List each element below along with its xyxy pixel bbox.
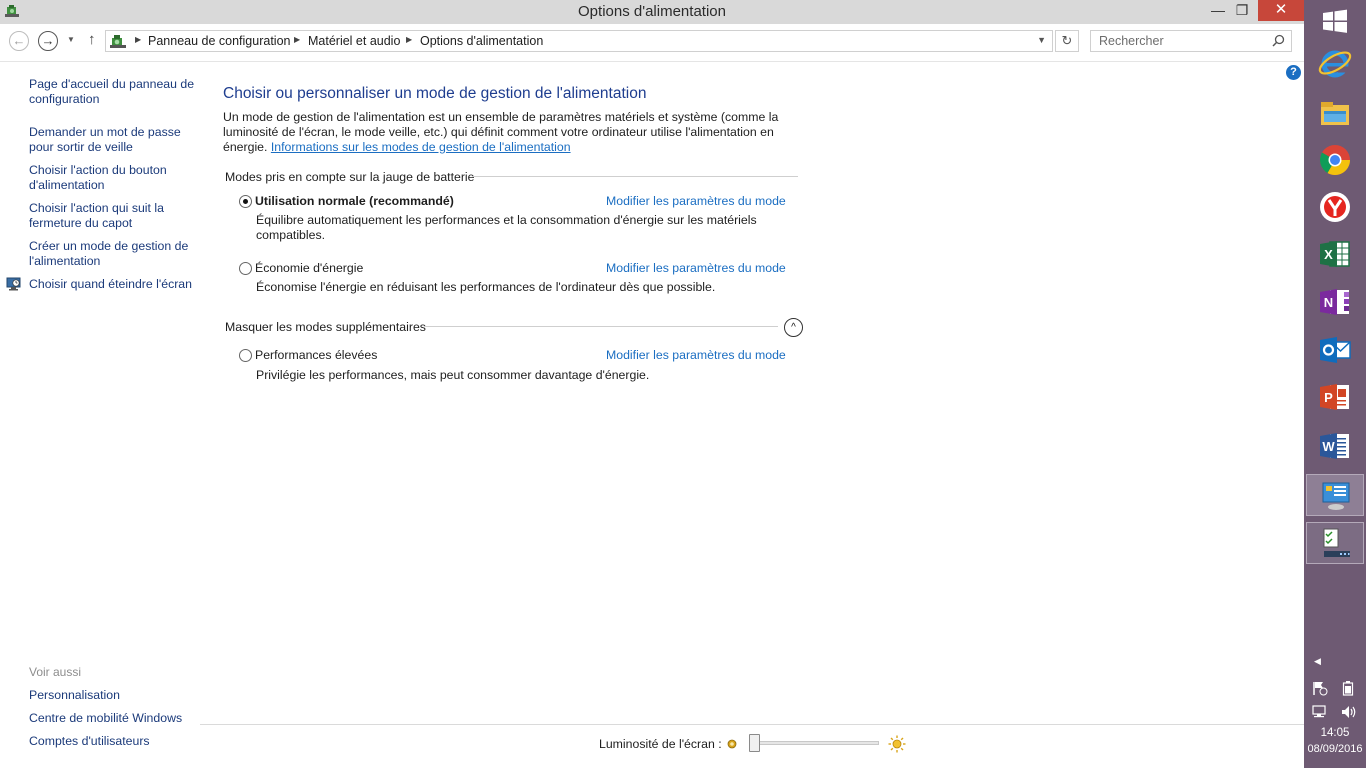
internet-explorer-icon[interactable] [1316, 44, 1354, 82]
control-panel-icon [110, 35, 126, 48]
hide-additional-plans-heading[interactable]: Masquer les modes supplémentaires [225, 320, 426, 334]
title-bar: Options d'alimentation — ❐ ✕ [0, 0, 1304, 24]
breadcrumb-power-options[interactable]: Options d'alimentation [420, 34, 543, 48]
divider [200, 724, 1304, 725]
sidebar-link-control-panel-home[interactable]: Page d'accueil du panneau de configurati… [29, 77, 199, 107]
see-also-heading: Voir aussi [29, 665, 82, 679]
back-button[interactable]: ← [9, 31, 29, 51]
plan-radio-high-performance[interactable] [239, 349, 252, 362]
outlook-icon[interactable] [1316, 331, 1354, 369]
search-input[interactable] [1091, 31, 1266, 51]
windows-start-icon[interactable] [1316, 2, 1354, 40]
control-panel-icon [1322, 482, 1350, 510]
address-bar[interactable]: ▶ Panneau de configuration ▶ Matériel et… [105, 30, 1053, 52]
sidebar-link-create-power-plan[interactable]: Créer un mode de gestion de l'alimentati… [29, 239, 199, 269]
plan-name-power-saver[interactable]: Économie d'énergie [255, 261, 363, 275]
battery-meter-plans-heading: Modes pris en compte sur la jauge de bat… [225, 170, 475, 184]
sidebar-link-power-button-action[interactable]: Choisir l'action du bouton d'alimentatio… [29, 163, 199, 193]
back-arrow-icon: ← [12, 33, 26, 48]
clock-date[interactable]: 08/09/2016 [1304, 743, 1366, 755]
brightness-low-icon [727, 739, 737, 749]
refresh-button[interactable]: ↻ [1055, 30, 1079, 52]
word-icon[interactable]: W [1316, 427, 1354, 465]
plan-name-balanced[interactable]: Utilisation normale (recommandé) [255, 194, 454, 208]
sidebar: Page d'accueil du panneau de configurati… [0, 62, 200, 768]
breadcrumb-separator-icon[interactable]: ▶ [406, 35, 412, 44]
sidebar-link-display-off[interactable]: Choisir quand éteindre l'écran [29, 277, 199, 292]
power-plans-info-link[interactable]: Informations sur les modes de gestion de… [271, 140, 571, 154]
control-panel-taskbar-button[interactable] [1306, 474, 1364, 516]
change-plan-settings-high-performance-link[interactable]: Modifier les paramètres du mode [606, 348, 786, 362]
plan-radio-balanced[interactable] [239, 195, 252, 208]
sidebar-link-lid-close-action[interactable]: Choisir l'action qui suit la fermeture d… [29, 201, 199, 231]
address-dropdown-icon[interactable]: ▼ [1037, 35, 1046, 45]
divider [424, 326, 778, 327]
up-button[interactable]: ↑ [88, 31, 96, 48]
change-plan-settings-power-saver-link[interactable]: Modifier les paramètres du mode [606, 261, 786, 275]
onenote-icon[interactable]: N [1316, 283, 1354, 321]
forward-arrow-icon: → [41, 33, 55, 48]
task-manager-taskbar-button[interactable] [1306, 522, 1364, 564]
task-manager-icon [1323, 528, 1350, 557]
svg-text:W: W [1322, 439, 1335, 454]
brightness-high-icon [888, 735, 906, 753]
search-icon[interactable] [1272, 34, 1285, 47]
forward-button[interactable]: → [38, 31, 58, 51]
plan-description-power-saver: Économise l'énergie en réduisant les per… [256, 280, 716, 294]
svg-text:N: N [1324, 295, 1333, 310]
intro-text: Un mode de gestion de l'alimentation est… [223, 110, 783, 155]
brightness-label: Luminosité de l'écran : [599, 737, 722, 751]
plan-radio-power-saver[interactable] [239, 262, 252, 275]
sidebar-link-require-password[interactable]: Demander un mot de passe pour sortir de … [29, 125, 199, 155]
see-also-user-accounts[interactable]: Comptes d'utilisateurs [29, 734, 199, 749]
power-options-window: Options d'alimentation — ❐ ✕ ← → ▼ ↑ ▶ P… [0, 0, 1304, 768]
file-explorer-icon[interactable] [1316, 94, 1354, 132]
breadcrumb-separator-icon: ▶ [135, 35, 142, 44]
yandex-browser-icon[interactable] [1316, 188, 1354, 226]
clock-time[interactable]: 14:05 [1304, 727, 1366, 739]
navigation-bar: ← → ▼ ↑ ▶ Panneau de configuration ▶ Mat… [0, 24, 1304, 62]
chrome-icon[interactable] [1316, 141, 1354, 179]
breadcrumb-separator-icon[interactable]: ▶ [294, 35, 300, 44]
brightness-slider-track[interactable] [753, 741, 879, 745]
volume-icon[interactable] [1340, 704, 1358, 720]
display-clock-icon [6, 277, 21, 291]
maximize-button[interactable]: ❐ [1228, 0, 1256, 21]
excel-icon[interactable]: X [1316, 235, 1354, 273]
plan-description-balanced: Équilibre automatiquement les performanc… [256, 213, 757, 242]
divider [472, 176, 798, 177]
see-also-personalization[interactable]: Personnalisation [29, 688, 199, 703]
taskbar: X N P W ◀ 14:05 08/09/2016 [1304, 0, 1366, 768]
brightness-slider-thumb[interactable] [749, 734, 760, 752]
svg-text:X: X [1324, 247, 1333, 262]
search-box[interactable] [1090, 30, 1292, 52]
recent-locations-dropdown[interactable]: ▼ [67, 35, 75, 44]
plan-description-high-performance: Privilégie les performances, mais peut c… [256, 368, 650, 382]
refresh-icon: ↻ [1061, 33, 1073, 48]
network-icon[interactable] [1311, 704, 1329, 720]
window-title: Options d'alimentation [578, 3, 726, 20]
help-button[interactable]: ? [1286, 65, 1301, 80]
action-center-flag-icon[interactable] [1312, 680, 1328, 696]
plan-name-high-performance[interactable]: Performances élevées [255, 348, 377, 362]
battery-icon[interactable] [1342, 680, 1354, 696]
show-hidden-icons-button[interactable]: ◀ [1314, 656, 1321, 667]
close-button[interactable]: ✕ [1258, 0, 1304, 21]
breadcrumb-hardware-sound[interactable]: Matériel et audio [308, 34, 400, 48]
svg-text:P: P [1324, 390, 1333, 405]
see-also-mobility-center[interactable]: Centre de mobilité Windows [29, 711, 199, 726]
powerpoint-icon[interactable]: P [1316, 378, 1354, 416]
change-plan-settings-balanced-link[interactable]: Modifier les paramètres du mode [606, 194, 786, 208]
page-title: Choisir ou personnaliser un mode de gest… [223, 85, 647, 102]
breadcrumb-control-panel[interactable]: Panneau de configuration [148, 34, 290, 48]
collapse-additional-plans-button[interactable]: ^ [784, 318, 803, 337]
chevron-up-icon: ^ [791, 322, 796, 333]
